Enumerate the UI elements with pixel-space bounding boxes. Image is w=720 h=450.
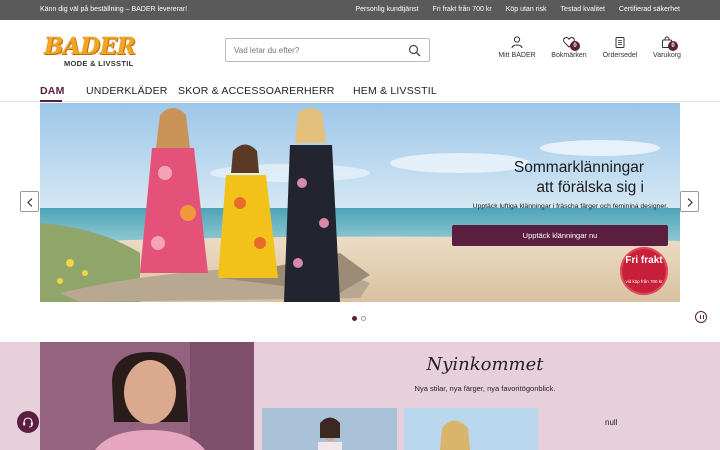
wishlist-label: Bokmärken [551, 52, 587, 59]
cart-label: Varukorg [653, 52, 681, 59]
product-thumb-2[interactable] [404, 408, 538, 450]
carousel-dot-1[interactable] [352, 316, 357, 321]
chevron-left-icon [27, 198, 33, 207]
nav-skor-accessoarer[interactable]: SKOR & ACCESSOARER [178, 85, 304, 97]
nav-herr[interactable]: HERR [304, 85, 335, 97]
usp-customer-service[interactable]: Personlig kundtjänst [356, 6, 419, 13]
usp-free-shipping[interactable]: Fri frakt från 700 kr [433, 6, 492, 13]
nav-dam[interactable]: DAM [40, 85, 65, 97]
usp-certified-security[interactable]: Certifierad säkerhet [619, 6, 680, 13]
nav-underklader[interactable]: UNDERKLÄDER [86, 85, 168, 97]
welcome-text: Känn dig väl på beställning – BADER leve… [40, 6, 188, 13]
top-info-bar: Känn dig väl på beställning – BADER leve… [0, 0, 720, 20]
carousel-pause-button[interactable] [695, 311, 707, 323]
search-input[interactable] [234, 44, 404, 57]
order-form-link[interactable]: Ordersedel [600, 36, 640, 59]
new-arrivals-model-photo[interactable] [40, 342, 254, 450]
new-arrivals-title: Nyinkommet [426, 354, 544, 375]
usp-tested-quality[interactable]: Testad kvalitet [561, 6, 605, 13]
free-shipping-stamp: Fri frakt vid köp från 700 kr [620, 247, 668, 295]
wishlist-link[interactable]: Bokmärken 0 [549, 36, 589, 59]
main-navigation: DAM UNDERKLÄDER SKOR & ACCESSOARER HERR … [0, 80, 720, 102]
nav-hem-livsstil[interactable]: HEM & LIVSSTIL [353, 85, 437, 97]
new-arrivals-section: Nyinkommet Nya stilar, nya färger, nya f… [0, 342, 720, 450]
logo-wordmark: BADER [44, 33, 136, 60]
new-arrivals-subtitle: Nya stilar, nya färger, nya favoritögonb… [414, 384, 556, 393]
pause-icon [699, 315, 701, 319]
usp-links: Personlig kundtjänst Fri frakt från 700 … [342, 6, 681, 13]
wishlist-count-badge: 0 [570, 41, 580, 51]
search-icon[interactable] [408, 44, 421, 57]
hero-subtitle: Upptäck luftiga klänningar i fräscha fär… [472, 203, 668, 210]
carousel-next-button[interactable] [680, 191, 699, 212]
discover-dresses-button[interactable]: Upptäck klänningar nu [452, 225, 668, 246]
search-box [225, 38, 430, 62]
cart-count-badge: 0 [668, 41, 678, 51]
hero-banner[interactable]: Sommarklänningar att förälska sig i Uppt… [40, 103, 680, 302]
orders-label: Ordersedel [602, 52, 638, 59]
stamp-main-text: Fri frakt [625, 255, 663, 266]
carousel-dot-2[interactable] [361, 316, 366, 321]
usp-risk-free[interactable]: Köp utan risk [506, 6, 547, 13]
account-label: Mitt BADER [498, 52, 536, 59]
logo-tagline: MODE & LIVSSTIL [64, 59, 134, 68]
chat-support-button[interactable] [17, 411, 39, 433]
user-icon [511, 36, 523, 48]
cart-link[interactable]: Varukorg 0 [647, 36, 687, 59]
stamp-fine-print: vid köp från 700 kr [625, 279, 663, 284]
carousel-prev-button[interactable] [20, 191, 39, 212]
product-thumb-1[interactable] [262, 408, 397, 450]
bader-logo[interactable]: BADER MODE & LIVSSTIL [44, 33, 148, 71]
account-link[interactable]: Mitt BADER [497, 36, 537, 59]
chevron-right-icon [687, 198, 693, 207]
clipboard-icon [615, 37, 625, 48]
nav-active-indicator [40, 100, 62, 102]
headset-icon [23, 417, 33, 428]
site-header: BADER MODE & LIVSSTIL Mitt BADER Bokmärk… [0, 20, 720, 80]
hero-title: Sommarklänningar att förälska sig i [513, 159, 644, 196]
null-text: null [605, 418, 618, 427]
